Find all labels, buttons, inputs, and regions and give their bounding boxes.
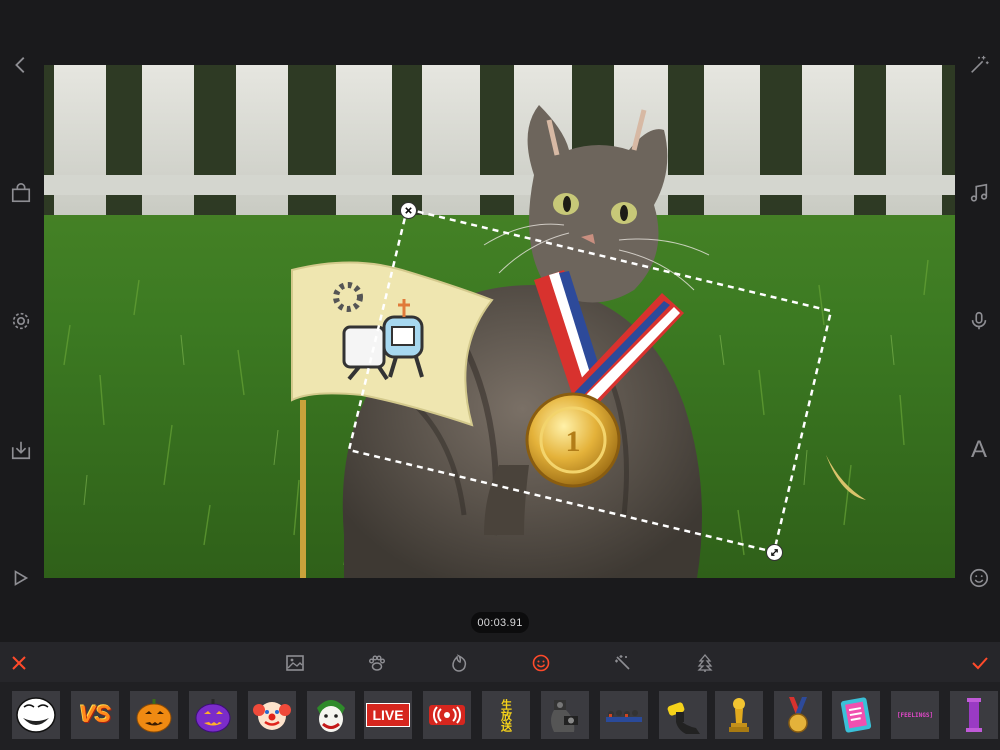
music-button[interactable]	[966, 180, 992, 206]
back-button[interactable]	[8, 52, 34, 78]
sticker-broadcast[interactable]	[423, 691, 471, 739]
settings-button[interactable]	[8, 308, 34, 334]
tab-effects[interactable]	[446, 650, 472, 676]
cat-photo: 1	[44, 65, 955, 578]
sticker-live[interactable]: LIVE	[364, 691, 412, 739]
text-icon: A	[970, 436, 987, 463]
download-tray-icon	[11, 441, 31, 460]
paw-icon	[369, 655, 385, 671]
flame-icon	[452, 654, 467, 672]
export-button[interactable]	[8, 437, 34, 463]
gear-icon	[12, 312, 30, 330]
tab-seasonal[interactable]	[692, 650, 718, 676]
live-text: LIVE	[366, 703, 410, 727]
smiley-icon	[969, 568, 989, 588]
tab-sparkles[interactable]	[610, 650, 636, 676]
delete-sticker-handle[interactable]	[400, 202, 417, 219]
sticker-pumpkin-purple[interactable]	[189, 691, 237, 739]
checkmark-icon	[972, 657, 988, 670]
tab-images[interactable]	[282, 650, 308, 676]
sticker-pumpkin-orange[interactable]	[130, 691, 178, 739]
magic-button[interactable]	[966, 52, 992, 78]
chevron-left-icon	[15, 57, 25, 73]
tree-icon	[697, 653, 713, 672]
sticker-button[interactable]	[966, 565, 992, 591]
emoji-icon	[532, 654, 550, 672]
confirm-button[interactable]	[967, 650, 993, 676]
sticker-clown[interactable]	[248, 691, 296, 739]
resize-sticker-handle[interactable]	[766, 544, 783, 561]
resize-arrows-icon	[771, 549, 778, 556]
text-button[interactable]: A	[966, 436, 992, 463]
sticker-feelings-banner[interactable]: [FEELINGS]	[891, 691, 939, 739]
sticker-tray[interactable]: VS LIVE 生放送 [FEELINGS]	[0, 682, 1000, 750]
playhead-time: 00:03.91	[471, 612, 529, 633]
cancel-button[interactable]	[6, 650, 32, 676]
voice-button[interactable]	[966, 308, 992, 334]
sticker-chinese-label[interactable]: 生放送	[482, 691, 530, 739]
play-button[interactable]	[8, 565, 34, 591]
sticker-list-card[interactable]	[832, 691, 880, 739]
vs-text: VS	[78, 701, 111, 728]
sticker-troll-face[interactable]	[12, 691, 60, 739]
play-icon	[14, 570, 29, 586]
tab-animals[interactable]	[364, 650, 390, 676]
sticker-medal[interactable]	[774, 691, 822, 739]
sticker-trophy[interactable]	[715, 691, 763, 739]
shopping-bag-icon	[11, 183, 31, 203]
close-icon	[405, 207, 412, 214]
sticker-pillar[interactable]	[950, 691, 998, 739]
sticker-vs[interactable]: VS	[71, 691, 119, 739]
video-canvas[interactable]: 1	[44, 65, 955, 578]
sticker-photographer[interactable]	[541, 691, 589, 739]
sparkle-wand-icon	[615, 655, 630, 670]
sticker-microphone-hand[interactable]	[659, 691, 707, 739]
microphone-icon	[971, 311, 987, 330]
chinese-text: 生放送	[499, 698, 513, 732]
sticker-toolbar	[0, 642, 1000, 682]
tab-emoji[interactable]	[528, 650, 554, 676]
image-icon	[286, 655, 304, 671]
sticker-joker[interactable]	[307, 691, 355, 739]
close-icon	[12, 656, 26, 670]
music-note-icon	[970, 183, 988, 202]
svg-text:1: 1	[566, 425, 581, 458]
store-button[interactable]	[8, 180, 34, 206]
magic-wand-icon	[971, 55, 989, 73]
feelings-text: [FEELINGS]	[896, 711, 934, 719]
sticker-riders[interactable]	[600, 691, 648, 739]
